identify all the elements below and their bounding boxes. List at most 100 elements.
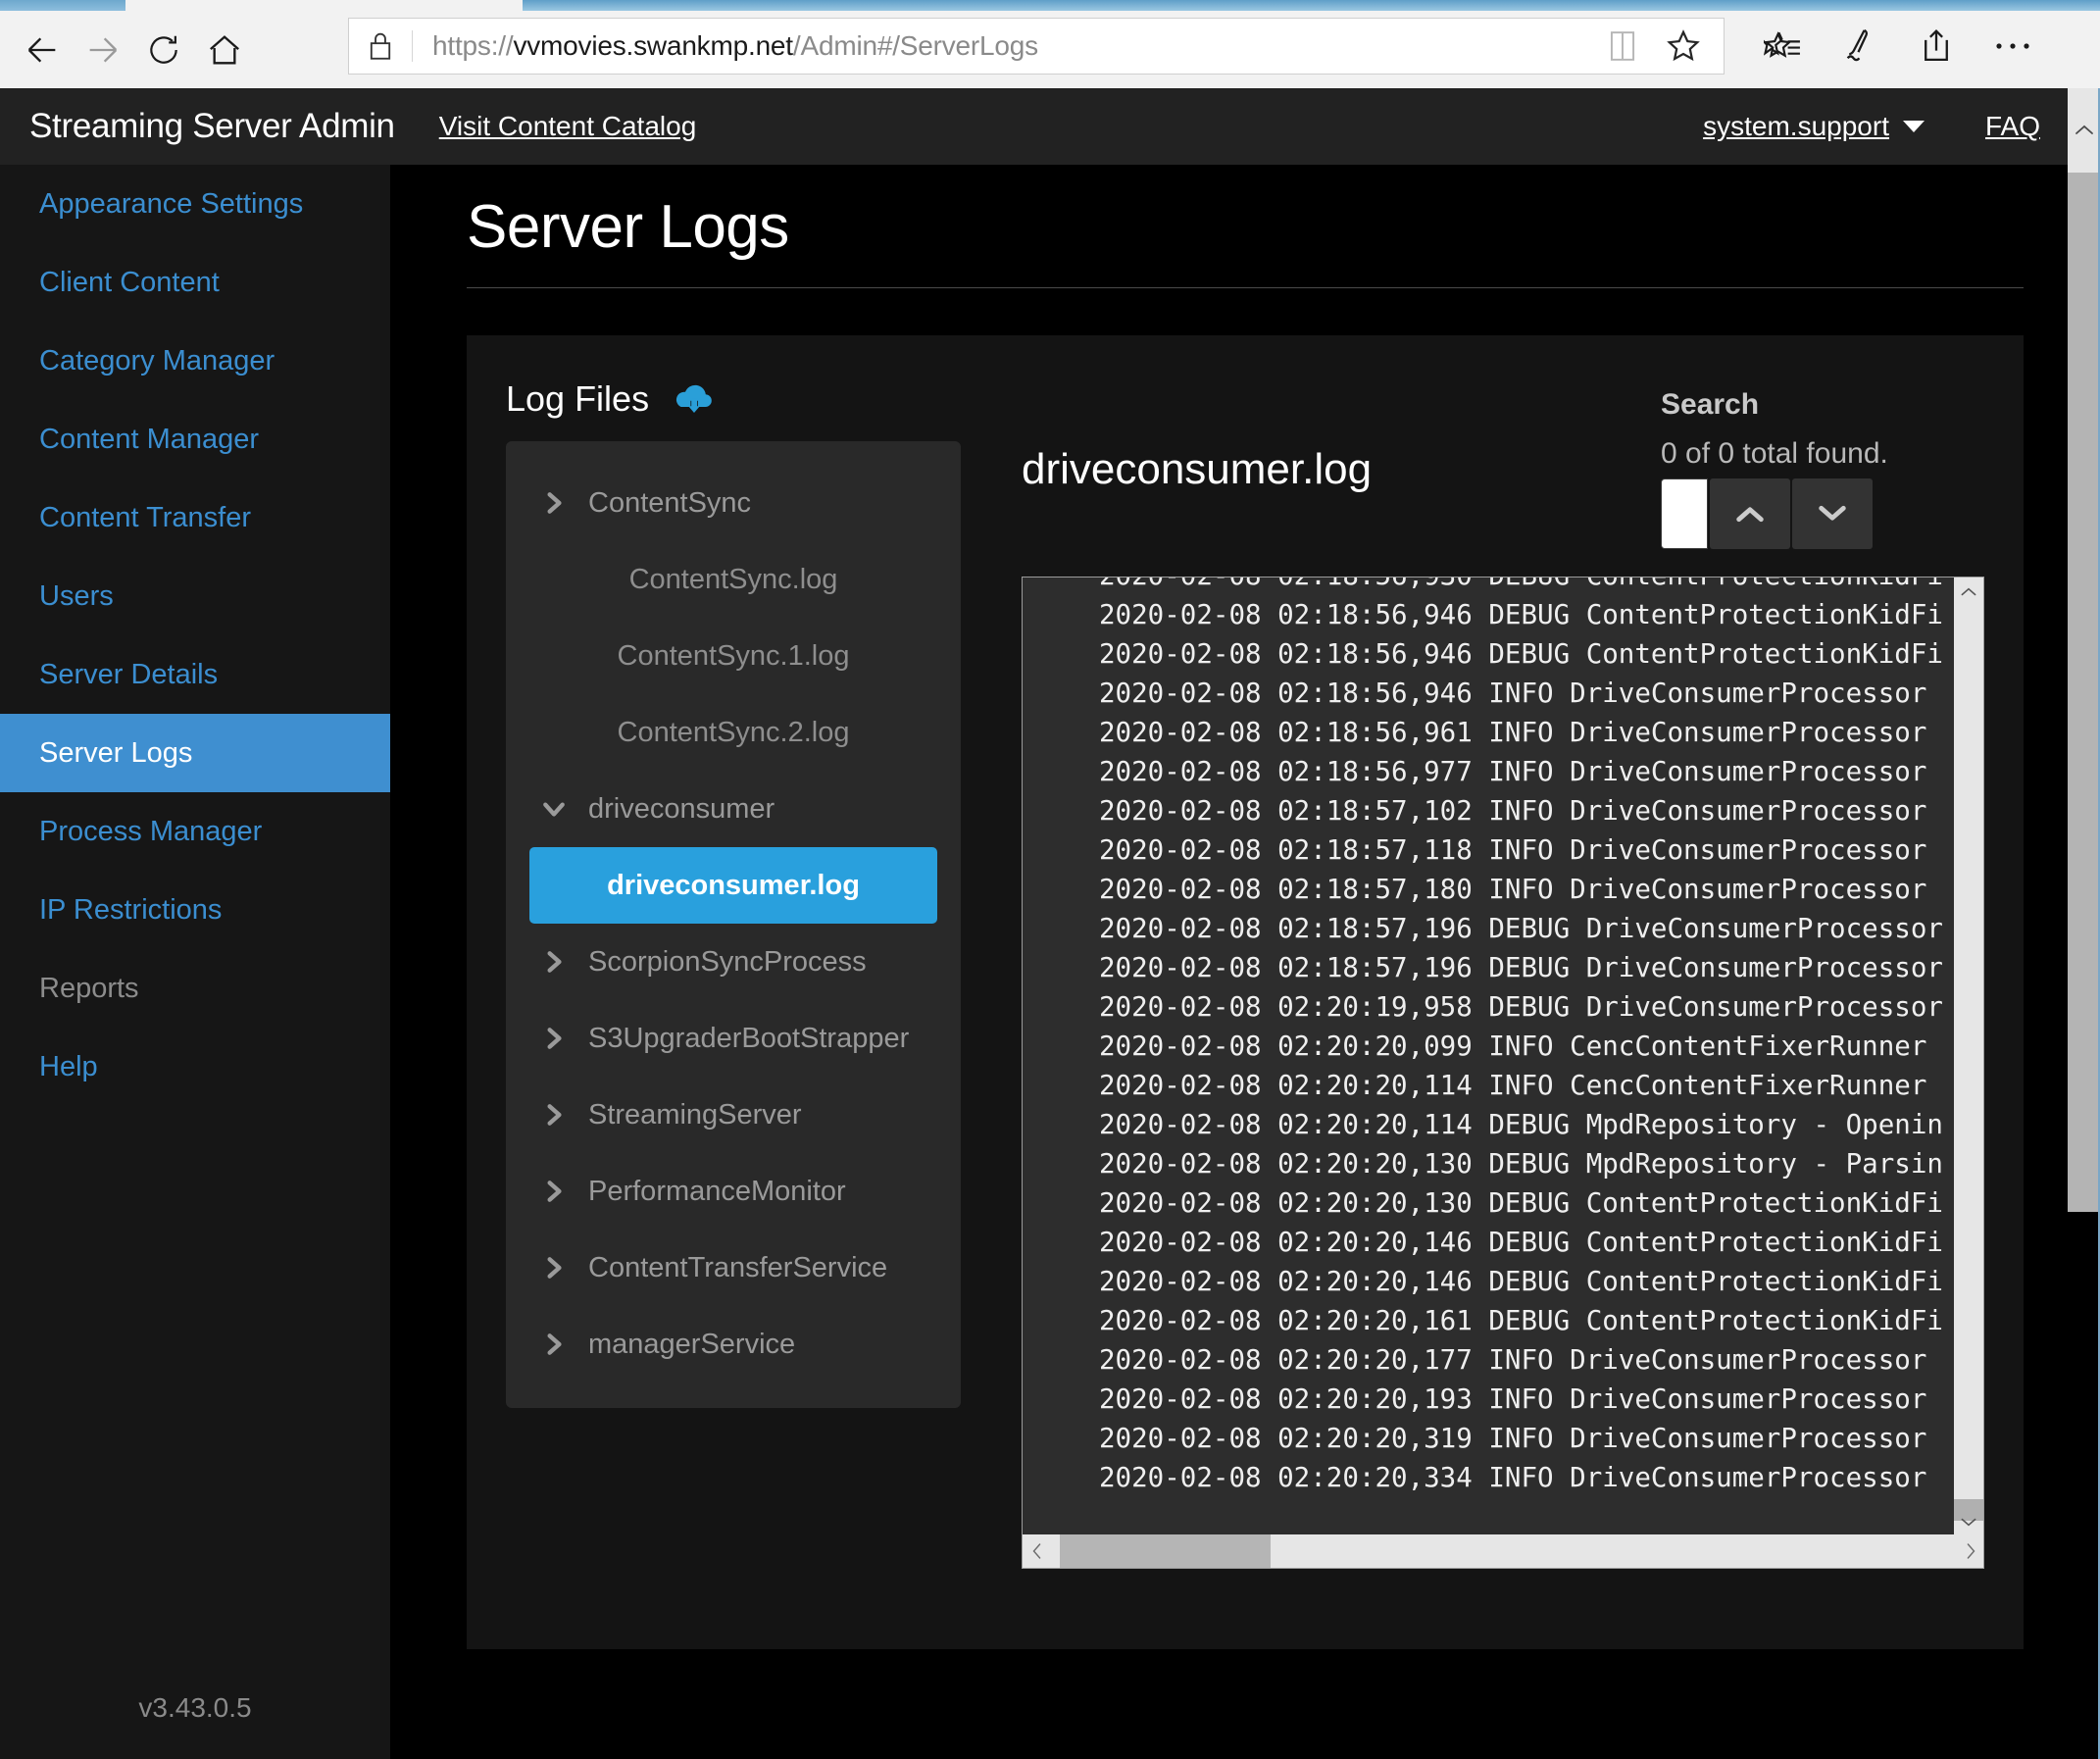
sidebar-item-server-details[interactable]: Server Details (0, 635, 390, 714)
tree-file-contentsync-log[interactable]: ContentSync.log (529, 541, 937, 618)
sidebar-item-users[interactable]: Users (0, 557, 390, 635)
book-icon[interactable] (1592, 18, 1653, 75)
chevron-right-icon (537, 1179, 571, 1204)
tree-folder-label: ScorpionSyncProcess (588, 945, 867, 978)
tree-folder-label: ContentTransferService (588, 1251, 888, 1283)
log-files-heading: Log Files (506, 378, 650, 419)
tree-folder-performancemonitor[interactable]: PerformanceMonitor (516, 1153, 951, 1230)
back-arrow-icon[interactable] (12, 20, 73, 80)
tree-file-driveconsumer-log[interactable]: driveconsumer.log (529, 847, 937, 924)
scroll-up-icon[interactable] (1954, 578, 1983, 607)
log-horizontal-scroll-thumb[interactable] (1060, 1533, 1271, 1568)
visit-content-catalog-link[interactable]: Visit Content Catalog (439, 111, 697, 142)
tree-folder-label: PerformanceMonitor (588, 1175, 846, 1207)
search-controls (1661, 477, 1984, 549)
address-bar-icons (1592, 18, 1724, 75)
tree-folder-scorpionsyncprocess[interactable]: ScorpionSyncProcess (516, 924, 951, 1000)
tree-folder-contentsync[interactable]: ContentSync (516, 465, 951, 541)
tree-folder-label: managerService (588, 1328, 796, 1360)
sidebar-item-process-manager[interactable]: Process Manager (0, 792, 390, 871)
app-brand: Streaming Server Admin (29, 107, 395, 145)
application-root: Streaming Server Admin Visit Content Cat… (0, 88, 2100, 1759)
search-next-button[interactable] (1792, 477, 1873, 549)
sidebar: Appearance Settings Client Content Categ… (0, 165, 390, 1759)
app-version: v3.43.0.5 (138, 1692, 252, 1723)
log-content-text[interactable]: 2020-02-08 02:18:56,930 DEBUG ContentPro… (1023, 578, 1956, 1497)
tree-folder-label: StreamingServer (588, 1098, 802, 1131)
tree-folder-streamingserver[interactable]: StreamingServer (516, 1077, 951, 1153)
tree-file-contentsync-2-log[interactable]: ContentSync.2.log (529, 694, 937, 771)
selected-log-filename: driveconsumer.log (1022, 445, 1373, 493)
log-content-frame: 2020-02-08 02:18:56,930 DEBUG ContentPro… (1022, 576, 1984, 1569)
share-icon[interactable] (1898, 18, 1975, 75)
chevron-right-icon (537, 1255, 571, 1281)
sidebar-item-help[interactable]: Help (0, 1028, 390, 1106)
app-body: Appearance Settings Client Content Categ… (0, 165, 2100, 1759)
search-result-count: 0 of 0 total found. (1661, 437, 1888, 470)
page-scrollbar[interactable] (2068, 88, 2100, 1759)
tree-folder-label: S3UpgraderBootStrapper (588, 1022, 910, 1054)
chevron-right-icon (537, 1026, 571, 1051)
tree-folder-contenttransferservice[interactable]: ContentTransferService (516, 1230, 951, 1306)
chevron-right-icon (537, 949, 571, 975)
app-header: Streaming Server Admin Visit Content Cat… (0, 88, 2068, 165)
sidebar-item-server-logs[interactable]: Server Logs (0, 714, 390, 792)
faq-link[interactable]: FAQ (1985, 111, 2040, 142)
browser-tab-inactive[interactable] (0, 0, 125, 11)
tree-folder-label: driveconsumer (588, 792, 775, 825)
chevron-down-icon (537, 796, 571, 822)
scroll-left-icon[interactable] (1023, 1540, 1052, 1562)
url-domain: vvmovies.swankmp.net (513, 30, 793, 61)
sidebar-item-category-manager[interactable]: Category Manager (0, 322, 390, 400)
chevron-down-icon (1902, 121, 1925, 132)
tree-folder-s3upgraderbootstrapper[interactable]: S3UpgraderBootStrapper (516, 1000, 951, 1077)
sidebar-item-content-transfer[interactable]: Content Transfer (0, 478, 390, 557)
star-icon[interactable] (1653, 18, 1714, 75)
cloud-download-icon[interactable] (673, 381, 716, 417)
sidebar-item-content-manager[interactable]: Content Manager (0, 400, 390, 478)
search-label: Search (1661, 388, 1760, 421)
scroll-right-icon[interactable] (1956, 1540, 1983, 1562)
tree-file-contentsync-1-log[interactable]: ContentSync.1.log (529, 618, 937, 694)
pen-icon[interactable] (1822, 18, 1898, 75)
sidebar-item-appearance-settings[interactable]: Appearance Settings (0, 165, 390, 243)
title-divider (467, 287, 2024, 288)
log-search-box: Search 0 of 0 total found. (1661, 378, 1984, 549)
log-horizontal-scroll-track[interactable] (1052, 1533, 1956, 1568)
ellipsis-icon[interactable] (1975, 18, 2051, 75)
page-title: Server Logs (467, 193, 789, 261)
lock-icon (349, 29, 412, 63)
forward-arrow-icon[interactable] (73, 20, 133, 80)
sidebar-item-ip-restrictions[interactable]: IP Restrictions (0, 871, 390, 949)
search-prev-button[interactable] (1710, 477, 1790, 549)
url-text: https://vvmovies.swankmp.net/Admin#/Serv… (413, 30, 1592, 62)
search-input[interactable] (1661, 477, 1708, 549)
refresh-icon[interactable] (133, 20, 194, 80)
page-scroll-up-icon[interactable] (2068, 88, 2100, 173)
tree-folder-label: ContentSync (588, 486, 752, 519)
tab-strip (0, 0, 2100, 11)
chevron-right-icon (537, 1332, 571, 1357)
tree-folder-driveconsumer[interactable]: driveconsumer (516, 771, 951, 847)
star-list-icon[interactable] (1745, 18, 1822, 75)
browser-tab-active[interactable] (523, 0, 2100, 11)
url-path: /Admin#/ServerLogs (792, 30, 1038, 61)
server-logs-panel: Log Files ContentSync ContentSync.log Co… (467, 335, 2024, 1649)
tree-folder-managerservice[interactable]: managerService (516, 1306, 951, 1382)
log-files-tree: ContentSync ContentSync.log ContentSync.… (506, 441, 961, 1408)
log-horizontal-scrollbar[interactable] (1023, 1533, 1983, 1568)
header-right-group: system.support FAQ (1703, 88, 2040, 165)
main-content: Server Logs Log Files ContentSync Conten… (390, 165, 2100, 1759)
log-vertical-scrollbar[interactable] (1954, 577, 1983, 1536)
url-prefix: https:// (432, 30, 514, 61)
scroll-down-icon[interactable] (1954, 1507, 1983, 1536)
user-menu[interactable]: system.support (1703, 111, 1925, 142)
sidebar-item-reports: Reports (39, 972, 139, 1004)
chevron-right-icon (537, 1102, 571, 1128)
browser-chrome: https://vvmovies.swankmp.net/Admin#/Serv… (0, 0, 2100, 88)
home-icon[interactable] (194, 20, 255, 80)
address-bar[interactable]: https://vvmovies.swankmp.net/Admin#/Serv… (348, 18, 1725, 75)
log-viewer-column: driveconsumer.log Search 0 of 0 total fo… (961, 378, 1984, 1606)
sidebar-item-client-content[interactable]: Client Content (0, 243, 390, 322)
page-scroll-thumb[interactable] (2068, 173, 2100, 1212)
